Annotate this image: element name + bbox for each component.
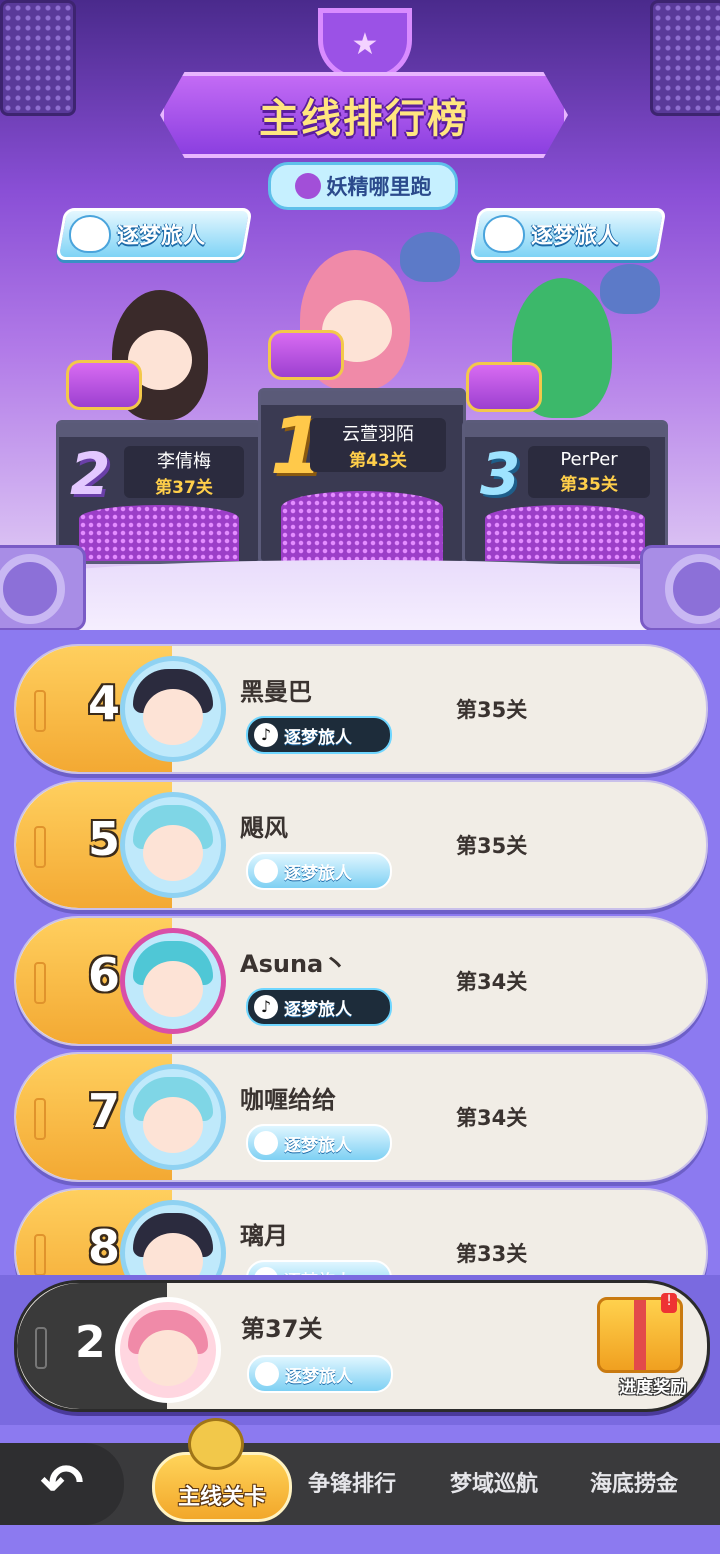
dream-blob-icon bbox=[254, 1131, 278, 1155]
leaderboard-title-banner: 主线排行榜 bbox=[160, 72, 568, 158]
rank3-player-name: PerPer bbox=[560, 449, 618, 470]
leaderboard-row[interactable]: 7 咖喱给给 逐梦旅人 第34关 bbox=[14, 1052, 708, 1182]
rank1-nameplate: 云萱羽陌 第43关 bbox=[310, 418, 446, 472]
leaderboard-row[interactable]: 4 黑曼巴 ♪ 逐梦旅人 第35关 bbox=[14, 644, 708, 774]
leaderboard-row[interactable]: 6 Asuna丶 ♪ 逐梦旅人 第34关 bbox=[14, 916, 708, 1046]
hammer-icon bbox=[268, 330, 344, 380]
dream-blob-icon bbox=[255, 1362, 279, 1386]
douyin-icon: ♪ bbox=[254, 723, 278, 747]
rank2-number: 2 bbox=[70, 440, 111, 508]
row-player-name: Asuna丶 bbox=[240, 950, 348, 978]
stage-floor bbox=[0, 560, 720, 640]
my-rank: 2 bbox=[75, 1317, 106, 1368]
dream-blob-icon bbox=[254, 1267, 278, 1275]
row-title-badge: 逐梦旅人 bbox=[246, 852, 392, 890]
fish-pet-icon bbox=[400, 232, 460, 282]
rank3-number: 3 bbox=[480, 440, 521, 508]
row-level: 第34关 bbox=[456, 1106, 528, 1130]
row-player-name: 咖喱给给 bbox=[240, 1086, 336, 1114]
row-title-badge: 逐梦旅人 bbox=[246, 1260, 392, 1275]
row-title-badge: 逐梦旅人 bbox=[246, 1124, 392, 1162]
back-button[interactable]: ↶ bbox=[0, 1443, 124, 1525]
game-name-tag: 妖精哪里跑 bbox=[268, 162, 458, 210]
speaker-left-decoration bbox=[0, 0, 76, 116]
row-rank: 7 bbox=[88, 1084, 121, 1138]
page-title: 主线排行榜 bbox=[259, 96, 469, 142]
tab-competition-rank[interactable]: 争锋排行 bbox=[308, 1466, 396, 1498]
corner-speaker-left bbox=[0, 545, 86, 631]
leaderboard-row[interactable]: 8 璃月 逐梦旅人 第33关 bbox=[14, 1188, 708, 1275]
row-rank: 8 bbox=[88, 1220, 121, 1274]
row-level: 第35关 bbox=[456, 834, 528, 858]
leaderboard-list[interactable]: 4 黑曼巴 ♪ 逐梦旅人 第35关 5 飓风 逐梦旅人 第35关 6 Asuna… bbox=[0, 630, 720, 1275]
speaker-right-decoration bbox=[650, 0, 720, 116]
my-level: 第37关 bbox=[241, 1315, 323, 1343]
rank3-level: 第35关 bbox=[560, 475, 618, 495]
player-avatar[interactable] bbox=[120, 1064, 226, 1170]
game-name: 妖精哪里跑 bbox=[326, 175, 432, 199]
row-title-badge: ♪ 逐梦旅人 bbox=[246, 716, 392, 754]
rank2-player-name: 李倩梅 bbox=[157, 450, 211, 472]
fish-pet-icon bbox=[600, 264, 660, 314]
row-player-name: 黑曼巴 bbox=[240, 678, 312, 706]
rank2-level: 第37关 bbox=[155, 477, 213, 498]
podium-stage: ★ 主线排行榜 妖精哪里跑 逐梦旅人 逐梦旅人 2 李倩梅 第37关 1 云萱羽… bbox=[0, 0, 720, 640]
trophy-icon: ★ bbox=[318, 8, 412, 80]
row-rank: 5 bbox=[88, 812, 121, 866]
hammer-icon bbox=[66, 360, 142, 410]
rank1-level: 第43关 bbox=[349, 450, 407, 471]
progress-reward-button[interactable]: 进度奖励 bbox=[619, 1373, 687, 1398]
reward-alert-badge: ! bbox=[661, 1293, 677, 1313]
my-title-badge: 逐梦旅人 bbox=[247, 1355, 393, 1393]
row-level: 第33关 bbox=[456, 1242, 528, 1266]
rank2-title-badge: 逐梦旅人 bbox=[55, 208, 253, 260]
dream-blob-icon bbox=[69, 215, 111, 253]
player-avatar[interactable] bbox=[120, 928, 226, 1034]
player-avatar[interactable] bbox=[120, 792, 226, 898]
back-arrow-icon: ↶ bbox=[40, 1454, 84, 1514]
dream-blob-icon bbox=[254, 859, 278, 883]
row-player-name: 璃月 bbox=[240, 1222, 288, 1250]
rank1-player-name: 云萱羽陌 bbox=[342, 423, 414, 445]
dream-blob-icon bbox=[483, 215, 525, 253]
tab-seabed-gold[interactable]: 海底捞金 bbox=[590, 1466, 678, 1498]
rank3-title-badge: 逐梦旅人 bbox=[469, 208, 667, 260]
tab-dream-cruise[interactable]: 梦域巡航 bbox=[450, 1466, 538, 1498]
mascot-icon bbox=[188, 1418, 244, 1470]
row-rank: 6 bbox=[88, 948, 121, 1002]
corner-speaker-right bbox=[640, 545, 720, 631]
hammer-icon bbox=[466, 362, 542, 412]
douyin-icon: ♪ bbox=[254, 995, 278, 1019]
eggplant-icon bbox=[294, 173, 321, 199]
my-avatar[interactable] bbox=[115, 1297, 221, 1403]
leaderboard-row[interactable]: 5 飓风 逐梦旅人 第35关 bbox=[14, 780, 708, 910]
row-player-name: 飓风 bbox=[240, 814, 288, 842]
row-rank: 4 bbox=[88, 676, 121, 730]
rank3-nameplate: PerPer 第35关 bbox=[528, 446, 650, 498]
player-avatar[interactable] bbox=[120, 656, 226, 762]
rank2-nameplate: 李倩梅 第37关 bbox=[124, 446, 244, 498]
row-title-badge: ♪ 逐梦旅人 bbox=[246, 988, 392, 1026]
my-rank-row[interactable]: 2 第37关 逐梦旅人 ! 进度奖励 bbox=[14, 1280, 710, 1412]
row-level: 第35关 bbox=[456, 698, 528, 722]
row-level: 第34关 bbox=[456, 970, 528, 994]
